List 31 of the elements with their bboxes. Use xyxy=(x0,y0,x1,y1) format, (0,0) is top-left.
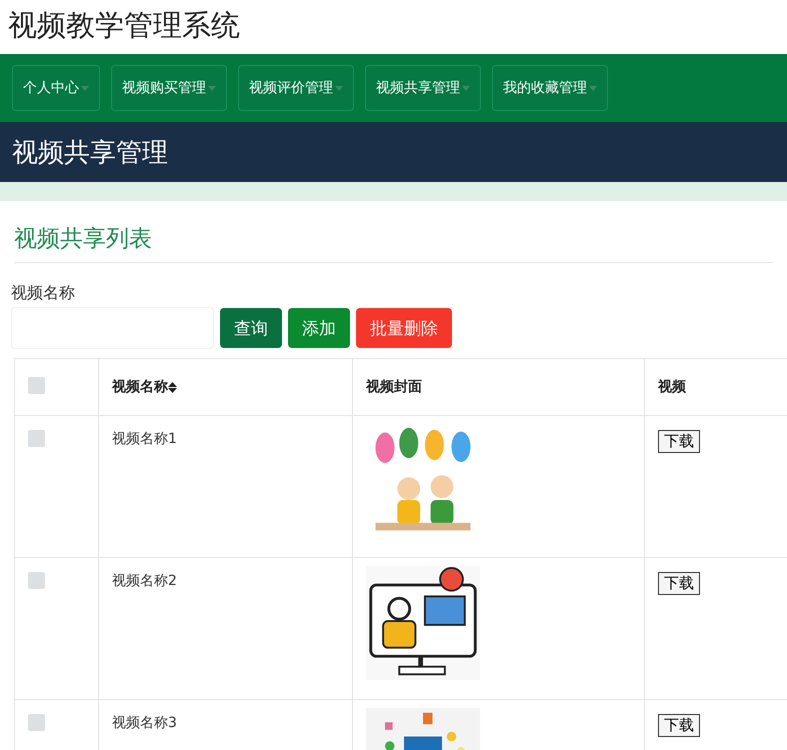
column-header: 视频封面 xyxy=(366,379,422,395)
query-button[interactable]: 查询 xyxy=(220,308,282,348)
select-all-checkbox[interactable] xyxy=(28,376,45,394)
nav-menu-button[interactable]: 视频购买管理 xyxy=(111,65,227,111)
row-checkbox[interactable] xyxy=(28,714,45,731)
caret-icon xyxy=(335,86,343,90)
nav-menu-button[interactable]: 我的收藏管理 xyxy=(492,65,608,111)
table-cell: 视频名称2 xyxy=(112,573,177,589)
batch-delete-button[interactable]: 批量删除 xyxy=(356,308,452,348)
row-checkbox[interactable] xyxy=(28,572,45,589)
column-header: 视频 xyxy=(658,379,686,395)
row-checkbox[interactable] xyxy=(28,430,45,447)
add-button[interactable]: 添加 xyxy=(288,308,350,348)
nav-menu-button[interactable]: 视频共享管理 xyxy=(365,65,481,111)
download-button[interactable]: 下载 xyxy=(658,714,700,737)
table-cell: 视频名称1 xyxy=(112,431,177,447)
field-label: 视频名称 xyxy=(11,283,76,304)
download-button[interactable]: 下载 xyxy=(658,572,700,595)
column-header[interactable]: 视频名称 xyxy=(112,379,168,395)
download-button[interactable]: 下载 xyxy=(658,430,700,453)
page-heading: 视频共享管理 xyxy=(12,136,168,170)
caret-icon xyxy=(208,86,216,90)
caret-icon xyxy=(462,86,470,90)
section-title: 视频共享列表 xyxy=(14,223,773,263)
site-title: 视频教学管理系统 xyxy=(7,7,241,44)
nav-menu-button[interactable]: 视频评价管理 xyxy=(238,65,354,111)
caret-icon xyxy=(589,86,597,90)
nav-menu-button[interactable]: 个人中心 xyxy=(12,65,100,111)
table-cell: 视频名称3 xyxy=(112,715,177,731)
caret-icon xyxy=(81,86,89,90)
sort-icon[interactable] xyxy=(168,382,177,393)
